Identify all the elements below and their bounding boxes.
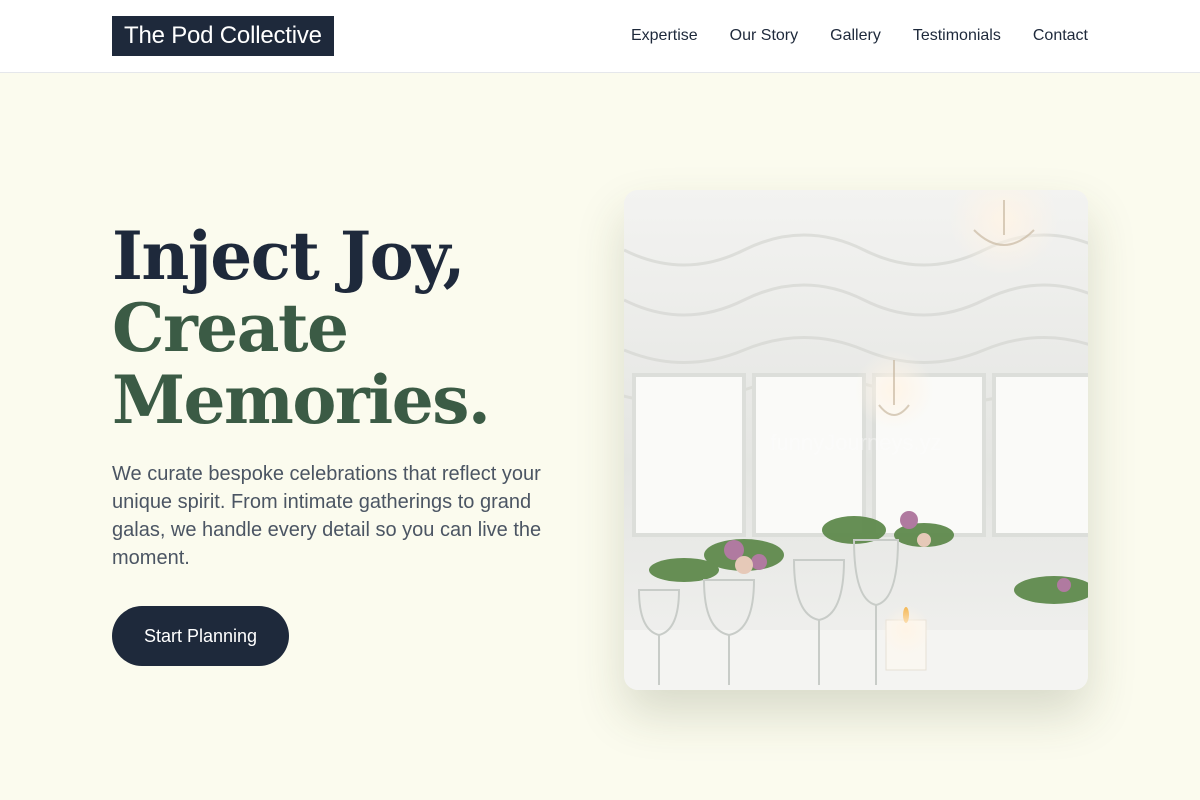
hero-description: We curate bespoke celebrations that refl… bbox=[112, 463, 542, 569]
reception-table-illustration: funnyJourneys.yz bbox=[624, 190, 1088, 690]
site-header: The Pod Collective Expertise Our Story G… bbox=[0, 0, 1200, 73]
nav-link-gallery[interactable]: Gallery bbox=[830, 24, 881, 48]
headline-line-1: Inject Joy, bbox=[112, 217, 466, 295]
hero-headline: Inject Joy, Create Memories. bbox=[112, 220, 592, 436]
svg-text:funnyJourneys.yz: funnyJourneys.yz bbox=[770, 430, 941, 455]
headline-line-3: Memories. bbox=[112, 361, 491, 439]
headline-line-2: Create bbox=[112, 289, 349, 367]
hero-section: Inject Joy, Create Memories. We curate b… bbox=[112, 220, 592, 666]
nav-link-testimonials[interactable]: Testimonials bbox=[913, 24, 1001, 48]
nav-link-our-story[interactable]: Our Story bbox=[730, 24, 798, 48]
site-logo[interactable]: The Pod Collective bbox=[112, 16, 334, 56]
hero-image: funnyJourneys.yz bbox=[624, 190, 1088, 690]
main-nav: Expertise Our Story Gallery Testimonials… bbox=[631, 24, 1088, 48]
nav-link-expertise[interactable]: Expertise bbox=[631, 24, 698, 48]
nav-link-contact[interactable]: Contact bbox=[1033, 24, 1088, 48]
start-planning-button[interactable]: Start Planning bbox=[112, 606, 290, 666]
